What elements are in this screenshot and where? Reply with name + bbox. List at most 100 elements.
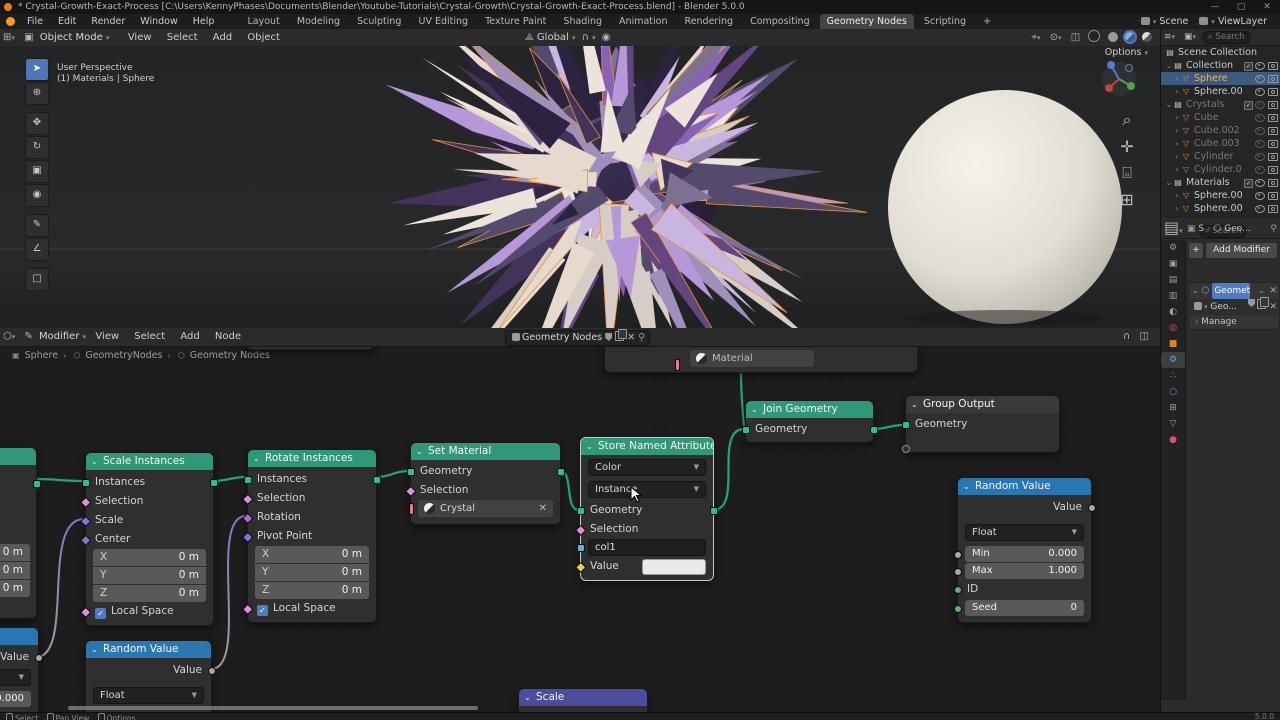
tool-cursor-icon[interactable]: ⊕ [25, 82, 49, 105]
geometry-output-socket[interactable] [869, 425, 878, 434]
node-scale-partial[interactable]: ⌄ Scale [518, 688, 648, 712]
unlink-tree-icon[interactable]: ✕ [627, 332, 635, 343]
node-menu-add[interactable]: Add [174, 328, 205, 346]
node-header[interactable]: ⌄ Store Named Attribute [581, 438, 713, 455]
camera-render-icon[interactable] [1268, 101, 1278, 109]
center-input-socket[interactable] [79, 534, 91, 545]
geometry-node-editor[interactable]: ⬡▾ ✎ Modifier ▾ View Select Add Node Geo… [0, 328, 1160, 712]
local-space-input-socket[interactable] [79, 606, 91, 617]
pivot-point-input-socket[interactable] [241, 531, 253, 542]
copy-tree-icon[interactable] [1257, 297, 1269, 309]
expand-icon[interactable]: › [1173, 137, 1181, 150]
outliner-row-cylinder[interactable]: › ▽ Cylinder [1161, 150, 1280, 163]
value-output-socket[interactable] [34, 653, 43, 662]
outliner-row-cylinder-001[interactable]: › ▽ Cylinder.0 [1161, 163, 1280, 176]
camera-render-icon[interactable] [1268, 127, 1278, 135]
virtual-input-socket[interactable] [901, 445, 910, 453]
overlays-toggle-icon[interactable]: ⊙▾ [1047, 29, 1065, 47]
eye-icon[interactable] [1255, 101, 1265, 109]
new-tree-copy-icon[interactable] [615, 329, 628, 341]
minimize-button[interactable]: — [1202, 0, 1228, 14]
outliner-row-cube-002[interactable]: › ▽ Cube.002 [1161, 124, 1280, 137]
value-output-socket[interactable] [207, 666, 216, 675]
tab-modifiers-icon[interactable]: ⚙ [1161, 352, 1185, 368]
geometry-input-socket[interactable] [741, 425, 750, 434]
tab-physics-icon[interactable]: ○ [1161, 384, 1185, 400]
eye-icon[interactable] [1255, 62, 1265, 70]
viewport-menu-object[interactable]: Object [241, 29, 286, 46]
editor-type-icon[interactable]: ⊞▾ [0, 29, 18, 47]
outliner-row-sphere[interactable]: › ▽ Sphere [1161, 72, 1280, 85]
node-menu-node[interactable]: Node [209, 328, 247, 346]
tab-particles-icon[interactable]: ∴ [1161, 368, 1185, 384]
manage-section[interactable]: › Manage [1189, 315, 1279, 329]
x-field[interactable]: X0 m [93, 549, 206, 566]
y-field[interactable]: Y0 m [255, 564, 369, 581]
tab-render-icon[interactable]: ▣ [1161, 256, 1185, 272]
tool-move-icon[interactable]: ✥ [25, 112, 49, 135]
outliner-row-materials[interactable]: ⌄ ▤ Materials ✓ [1161, 176, 1280, 189]
node-header[interactable] [0, 448, 36, 465]
view-layer-selector[interactable]: ViewLayer [1218, 16, 1267, 27]
data-type-dropdown[interactable]: Color ▼ [588, 459, 706, 476]
camera-render-icon[interactable] [1268, 114, 1278, 122]
camera-view-icon[interactable]: ⌻ [1119, 163, 1135, 183]
eye-icon[interactable] [1255, 153, 1265, 161]
camera-render-icon[interactable] [1268, 88, 1278, 96]
workspace-tab-modeling[interactable]: Modeling [290, 14, 347, 29]
node-header[interactable]: ⌄ Scale Instances [86, 453, 213, 470]
expand-icon[interactable]: › [1173, 111, 1181, 124]
shading-material-icon[interactable] [1122, 30, 1137, 44]
instances-input-socket[interactable] [81, 478, 90, 487]
local-space-checkbox[interactable]: ✓ [257, 605, 268, 616]
menu-help[interactable]: Help [187, 14, 221, 29]
min-input-socket[interactable] [953, 551, 962, 559]
unlink-material-icon[interactable]: ✕ [539, 500, 547, 517]
snapping-icon[interactable]: ∩ [1120, 328, 1133, 346]
shading-rendered-icon[interactable] [1142, 32, 1152, 42]
min-field[interactable]: 0.000 [0, 691, 31, 707]
eye-icon[interactable] [1255, 114, 1265, 122]
proportional-edit-icon[interactable]: ◉ [599, 29, 614, 46]
seed-field[interactable]: Seed 0 [965, 600, 1084, 616]
scale-input-socket[interactable] [79, 515, 91, 526]
tab-scene-icon[interactable]: ◐ [1161, 304, 1185, 320]
tab-constraints-icon[interactable]: ⊞ [1161, 400, 1185, 416]
node-random-value[interactable]: ⌄ Random Value Value Float ▼ Min 0.000 Max 1… [953, 477, 1096, 623]
node-set-material[interactable]: ⌄ Set Material Geometry Selection Crystal… [404, 442, 565, 525]
expand-icon[interactable]: ⌄ [1192, 286, 1199, 295]
collection-checkbox[interactable]: ✓ [1244, 101, 1253, 110]
modifier-name-field[interactable]: GeometryNo [1212, 283, 1251, 299]
add-modifier-button[interactable]: Add Modifier [1205, 242, 1278, 259]
camera-render-icon[interactable] [1268, 179, 1278, 187]
eye-icon[interactable] [1255, 127, 1265, 135]
viewport-menu-select[interactable]: Select [161, 29, 204, 46]
geometry-input-socket[interactable] [406, 467, 415, 476]
3d-viewport[interactable]: ➤ ⊕ ✥ ↻ ▣ ◉ ✎ ∠ □ User Perspective (1) M… [0, 46, 1160, 328]
y-field[interactable]: Y0 m [93, 567, 206, 584]
xray-toggle-icon[interactable]: ◫ [1068, 29, 1083, 46]
viewport-menu-add[interactable]: Add [207, 29, 238, 46]
delete-modifier-icon[interactable]: ✕ [1269, 283, 1277, 299]
tab-object-icon[interactable]: ■ [1161, 336, 1185, 352]
instances-input-socket[interactable] [243, 475, 252, 484]
workspace-add-button[interactable]: + [976, 14, 998, 29]
node-header[interactable]: ⌄ Join Geometry [746, 401, 873, 418]
pin-icon[interactable]: ⚲ [638, 332, 645, 343]
add-icon[interactable]: + [1188, 242, 1204, 259]
expand-icon[interactable]: › [1173, 72, 1181, 85]
collection-checkbox[interactable]: ✓ [1244, 62, 1253, 71]
expand-icon[interactable]: › [1173, 150, 1181, 163]
node-header[interactable]: ⌄ Random Value [86, 641, 211, 658]
instances-output-socket[interactable] [32, 480, 41, 488]
camera-render-icon[interactable] [1268, 192, 1278, 200]
data-type-dropdown[interactable]: Float ▼ [965, 524, 1084, 541]
outliner-row-collection[interactable]: ⌄ ▤ Collection ✓ [1161, 59, 1280, 72]
geometry-input-socket[interactable] [576, 506, 585, 515]
expand-icon[interactable]: › [1173, 163, 1181, 176]
id-input-socket[interactable] [953, 585, 962, 594]
workspace-tab-scripting[interactable]: Scripting [917, 14, 973, 29]
workspace-tab-shading[interactable]: Shading [556, 14, 609, 29]
camera-render-icon[interactable] [1268, 153, 1278, 161]
selection-input-socket[interactable] [574, 524, 586, 535]
